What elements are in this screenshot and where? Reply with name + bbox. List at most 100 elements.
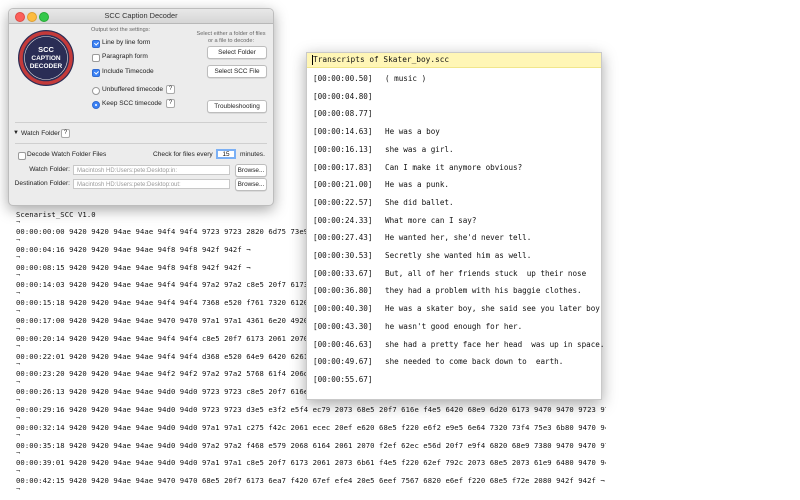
transcript-caption-text: Secretly she wanted him as well. <box>385 251 532 260</box>
logo-text-line2: CAPTION <box>31 55 61 62</box>
output-settings-heading: Output text the settings: <box>91 27 151 33</box>
select-source-hint: Select either a folder of files or a fil… <box>196 31 266 44</box>
logo-text-line3: DECODER <box>30 63 63 70</box>
transcript-row: [00:00:17.83] Can I make it anymore obvio… <box>313 162 522 172</box>
include-timecode-label: Include Timecode <box>102 68 154 75</box>
transcript-caption-text: he wasn't good enough for her. <box>385 321 523 331</box>
transcript-caption-text: She did ballet. <box>385 197 454 207</box>
destination-folder-label: Destination Folder: <box>14 180 70 187</box>
unbuffered-timecode-label: Unbuffered timecode <box>102 86 164 93</box>
scc-header-line: Scenarist_SCC V1.0 <box>16 210 96 219</box>
transcript-row: [00:00:27.43] He wanted her, she'd never … <box>313 233 531 243</box>
line-by-line-label: Line by line form <box>102 39 151 46</box>
window-title-bar: SCC Caption Decoder <box>9 9 273 24</box>
transcript-row: [00:00:14.63] He was a boy <box>313 127 440 137</box>
scc-caption-line: 00:00:14:03 9420 9420 94ae 94ae 94f4 94f… <box>16 280 340 290</box>
transcript-timecode: [00:00:46.63] <box>313 339 373 349</box>
transcript-timecode: [00:00:16.13] <box>313 144 373 154</box>
scc-caption-decoder-window[interactable]: SCC Caption Decoder SCC CAPTION DECODER … <box>8 8 274 206</box>
troubleshooting-button[interactable]: Troubleshooting <box>207 100 267 113</box>
scc-separator: ¬ <box>16 377 21 386</box>
minutes-label: minutes. <box>240 151 265 158</box>
transcript-timecode: [00:00:17.83] <box>313 162 373 172</box>
line-by-line-checkbox[interactable] <box>92 40 100 48</box>
transcript-row: [00:00:16.13] she was a girl. <box>313 144 454 154</box>
transcript-row: [00:00:22.57] She did ballet. <box>313 197 454 207</box>
transcript-row: [00:00:08.77] <box>313 109 372 118</box>
disclosure-triangle-icon[interactable]: ▼ <box>13 130 19 136</box>
section-divider <box>15 122 267 123</box>
paragraph-form-checkbox[interactable] <box>92 54 100 62</box>
transcript-timecode: [00:00:27.43] <box>313 233 373 243</box>
transcript-caption-text: ( music ) <box>385 74 427 83</box>
transcript-title-bar: Transcripts of Skater_boy.scc <box>307 53 601 68</box>
transcript-timecode: [00:00:49.67] <box>313 357 373 367</box>
transcript-timecode: [00:00:04.80] <box>313 91 373 101</box>
logo-text-line1: SCC <box>38 45 54 54</box>
transcript-caption-text: she was a girl. <box>385 144 454 154</box>
transcript-caption-text: He was a boy <box>385 127 440 137</box>
destination-folder-browse-button[interactable]: Browse... <box>235 178 267 191</box>
transcript-row: [00:00:21.00] He was a punk. <box>313 180 449 189</box>
scc-separator: ¬ <box>16 484 21 493</box>
transcript-timecode: [00:00:22.57] <box>313 197 373 207</box>
watch-folder-path-field[interactable]: Macintosh HD:Users:pete:Desktop:in: <box>73 165 230 175</box>
scc-caption-line: 00:00:15:18 9420 9420 94ae 94ae 94f4 94f… <box>16 298 340 308</box>
check-interval-label: Check for files every <box>153 151 213 158</box>
transcript-caption-text: But, all of her friends stuck up their n… <box>385 268 587 278</box>
watch-folder-browse-button[interactable]: Browse... <box>235 164 267 177</box>
transcript-row: [00:00:04.80] <box>313 92 372 101</box>
keep-timecode-help-button[interactable]: ? <box>166 99 175 108</box>
transcript-row: [00:00:49.67] she needed to come back dow… <box>313 357 563 367</box>
scc-separator: ¬ <box>16 449 21 458</box>
scc-caption-line: 00:00:22:01 9420 9420 94ae 94ae 94f4 94f… <box>16 351 340 361</box>
scc-caption-line: 00:00:39:01 9420 9420 94ae 94ae 94d0 94d… <box>16 458 606 468</box>
scc-caption-line: 00:00:26:13 9420 9420 94ae 94ae 94d0 94d… <box>16 387 340 397</box>
transcript-timecode: [00:00:43.30] <box>313 321 373 331</box>
unbuffered-help-button[interactable]: ? <box>166 85 175 94</box>
scc-separator: ¬ <box>16 218 21 226</box>
watch-folder-help-button[interactable]: ? <box>61 129 70 138</box>
include-timecode-checkbox[interactable] <box>92 69 100 77</box>
window-title: SCC Caption Decoder <box>104 11 178 20</box>
check-interval-input[interactable]: 15 <box>216 149 236 159</box>
destination-folder-path-field[interactable]: Macintosh HD:Users:pete:Desktop:out: <box>73 179 230 189</box>
transcript-row: [00:00:33.67] But, all of her friends stu… <box>313 268 586 278</box>
scc-caption-decoder-logo: SCC CAPTION DECODER <box>18 30 74 86</box>
scc-caption-line: 00:00:04:16 9420 9420 94ae 94ae 94f8 94f… <box>16 244 251 254</box>
scc-separator: ¬ <box>16 324 21 333</box>
decode-watch-folder-checkbox[interactable] <box>18 152 26 160</box>
transcript-row: [00:00:55.67] <box>313 375 372 384</box>
scc-caption-line: 00:00:00:00 9420 9420 94ae 94ae 94f4 94f… <box>16 227 340 236</box>
select-folder-button[interactable]: Select Folder <box>207 46 267 59</box>
transcript-row: [00:00:30.53] Secretly she wanted him as … <box>313 251 531 260</box>
scc-caption-line: 00:00:35:18 9420 9420 94ae 94ae 94d0 94d… <box>16 440 606 450</box>
scc-separator: ¬ <box>16 360 21 369</box>
transcript-timecode: [00:00:24.33] <box>313 215 373 225</box>
scc-separator: ¬ <box>16 271 21 280</box>
transcript-caption-text: they had a problem with his baggie cloth… <box>385 286 582 296</box>
keep-scc-timecode-radio[interactable] <box>92 101 100 109</box>
transcript-window[interactable]: Transcripts of Skater_boy.scc [00:00:00.… <box>306 52 604 400</box>
scc-caption-line: 00:00:29:16 9420 9420 94ae 94ae 94d0 94d… <box>16 405 606 414</box>
transcript-timecode: [00:00:36.80] <box>313 286 373 296</box>
transcript-caption-text: Can I make it anymore obvious? <box>385 162 523 172</box>
transcript-caption-text: He was a punk. <box>385 180 450 190</box>
transcript-title: Transcripts of Skater_boy.scc <box>313 55 450 64</box>
scc-separator: ¬ <box>16 413 21 422</box>
transcript-timecode: [00:00:40.30] <box>313 304 373 314</box>
scc-separator: ¬ <box>16 466 21 475</box>
scc-caption-line: 00:00:20:14 9420 9420 94ae 94ae 94f4 94f… <box>16 333 340 343</box>
select-scc-file-button[interactable]: Select SCC File <box>207 65 267 78</box>
transcript-timecode: [00:00:30.53] <box>313 251 373 260</box>
unbuffered-timecode-radio[interactable] <box>92 87 100 95</box>
transcript-timecode: [00:00:14.63] <box>313 127 373 137</box>
scc-separator: ¬ <box>16 253 21 262</box>
transcript-row: [00:00:40.30] He was a skater boy, she sa… <box>313 304 600 314</box>
scc-caption-line: 00:00:23:20 9420 9420 94ae 94ae 94f2 94f… <box>16 369 340 379</box>
transcript-timecode: [00:00:08.77] <box>313 109 373 119</box>
transcript-timecode: [00:00:33.67] <box>313 268 373 278</box>
scc-caption-line: 00:00:17:00 9420 9420 94ae 94ae 9470 947… <box>16 316 340 325</box>
decode-watch-folder-label: Decode Watch Folder Files <box>27 151 107 158</box>
watch-folder-divider <box>15 143 267 144</box>
